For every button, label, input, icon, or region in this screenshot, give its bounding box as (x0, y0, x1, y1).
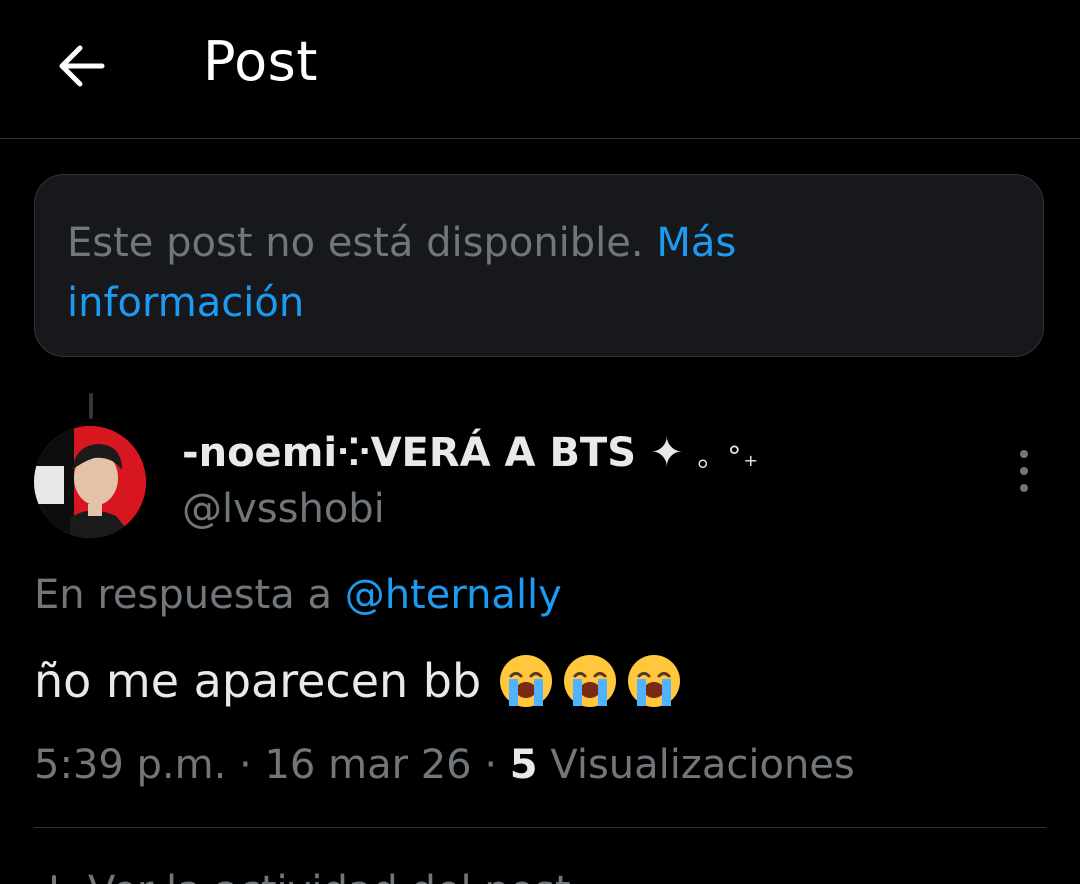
sparkle-icon: ✦ (649, 430, 684, 476)
views-label: Visualizaciones (550, 742, 855, 788)
user-handle[interactable]: @lvsshobi (182, 486, 385, 532)
back-button[interactable] (48, 34, 112, 98)
emoji-group (497, 652, 683, 710)
separator: · (239, 742, 252, 788)
avatar-image (34, 426, 146, 538)
post-activity-link[interactable]: Ver la actividad del post (34, 868, 571, 884)
more-options-icon[interactable] (1004, 450, 1044, 492)
analytics-icon (52, 875, 56, 884)
post-body: ño me aparecen bb (34, 652, 683, 710)
name-decoration: 。°₊ (697, 440, 761, 473)
post-time: 5:39 p.m. (34, 742, 227, 788)
page-title: Post (203, 30, 318, 93)
reply-mention-link[interactable]: @hternally (345, 572, 562, 618)
loudly-crying-face-icon (500, 655, 553, 707)
unavailable-notice: Este post no está disponible. Más inform… (34, 174, 1044, 357)
top-bar: Post (0, 0, 1080, 139)
divider (34, 827, 1046, 828)
post-screen: Post Este post no está disponible. Más i… (0, 0, 1080, 884)
display-name[interactable]: -noemi⁘VERÁ A BTS ✦ 。°₊ (182, 430, 760, 476)
thread-connector (89, 393, 93, 419)
reply-prefix: En respuesta a (34, 572, 332, 618)
separator: · (484, 742, 498, 788)
views-count: 5 (509, 742, 538, 788)
loudly-crying-face-icon (564, 655, 617, 707)
unavailable-text: Este post no está disponible. (67, 220, 644, 266)
post-metadata: 5:39 p.m. · 16 mar 26 · 5 Visualizacione… (34, 742, 855, 788)
display-name-text: -noemi⁘VERÁ A BTS (182, 430, 637, 476)
post-activity-label: Ver la actividad del post (88, 868, 571, 884)
unavailable-message: Este post no está disponible. Más inform… (67, 213, 787, 333)
arrow-left-icon (59, 45, 105, 87)
avatar[interactable] (34, 426, 146, 538)
post-date: 16 mar 26 (264, 742, 472, 788)
post-text: ño me aparecen bb (34, 654, 482, 708)
reply-context: En respuesta a @hternally (34, 572, 562, 618)
loudly-crying-face-icon (628, 655, 681, 707)
